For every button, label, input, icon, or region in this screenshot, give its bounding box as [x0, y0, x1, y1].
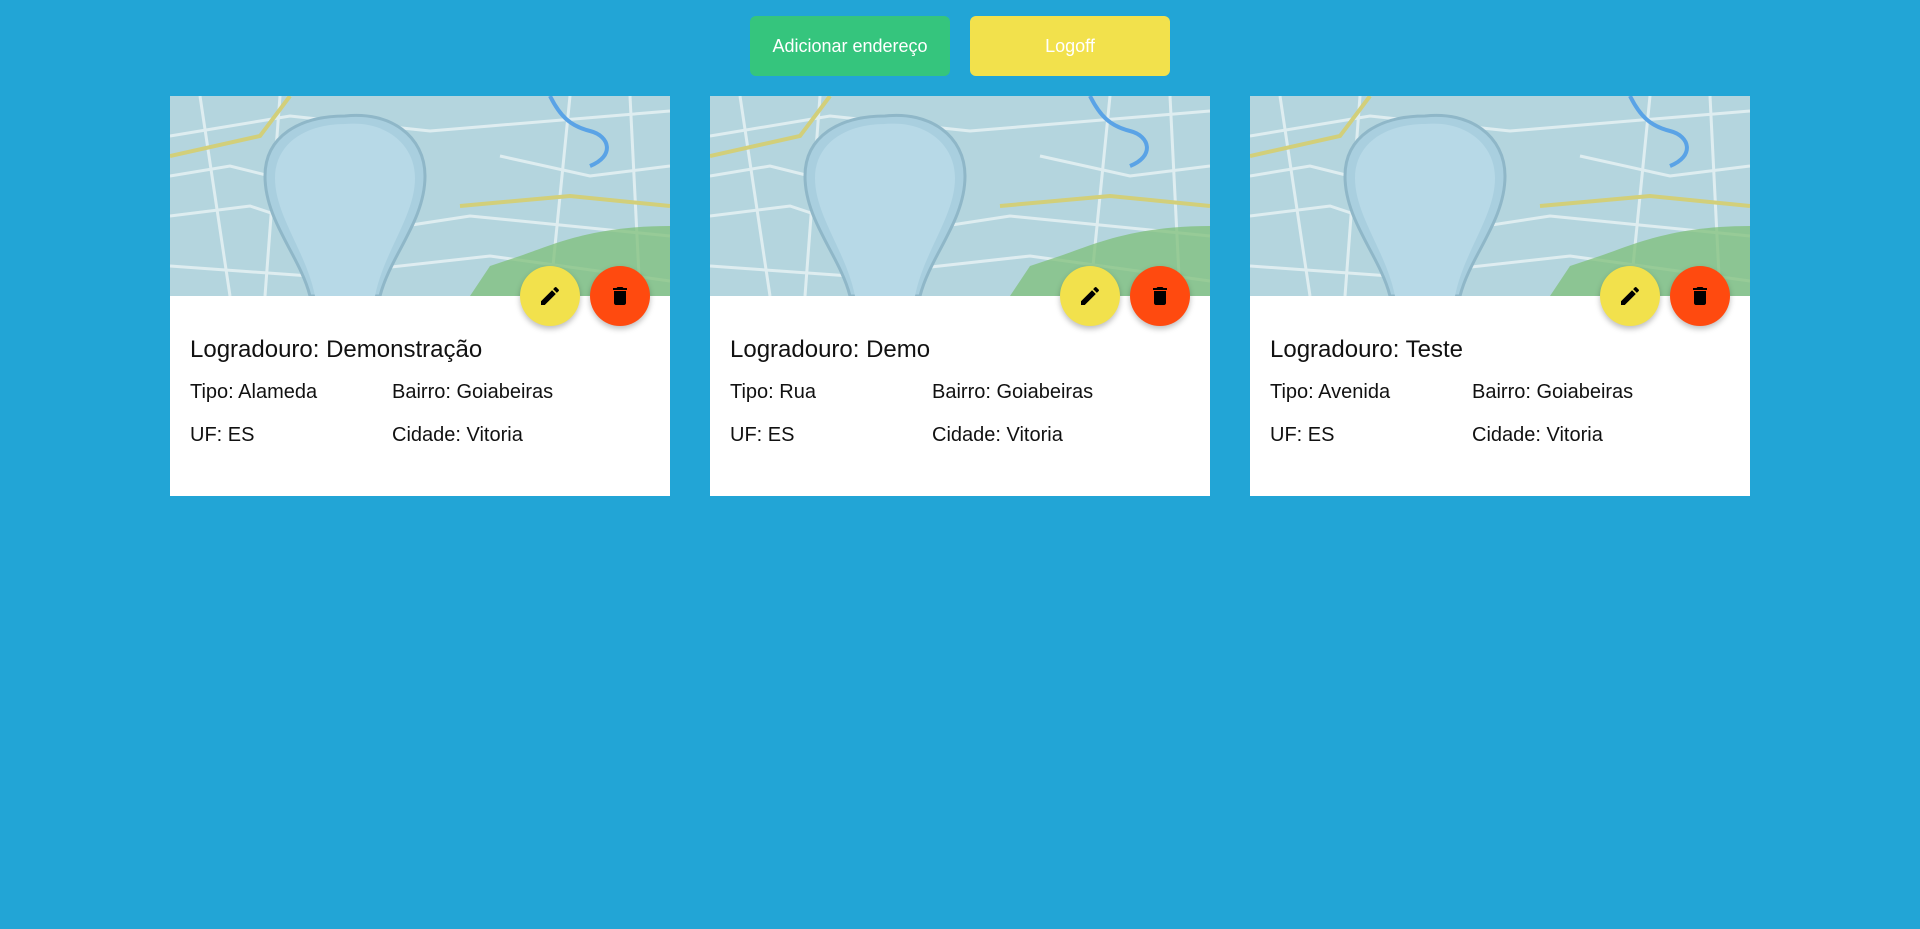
map-pin-illustration — [710, 96, 1210, 296]
address-details: Tipo: Avenida Bairro: Goiabeiras UF: ES … — [1270, 382, 1730, 446]
toolbar: Adicionar endereço Logoff — [0, 16, 1920, 76]
tipo-field: Tipo: Rua — [730, 381, 816, 403]
edit-button[interactable] — [1060, 266, 1120, 326]
pencil-icon — [541, 286, 560, 305]
address-card: Logradouro: Demo Tipo: Rua Bairro: Goiab… — [710, 96, 1210, 496]
address-card-list: Logradouro: Demonstração Tipo: Alameda B… — [170, 96, 1750, 496]
tipo-field: Tipo: Avenida — [1270, 381, 1391, 403]
cidade-field: Cidade: Vitoria — [392, 424, 523, 446]
uf-field: UF: ES — [730, 424, 795, 446]
bairro-field: Bairro: Goiabeiras — [392, 381, 554, 403]
trash-icon — [613, 287, 627, 305]
edit-button[interactable] — [1600, 266, 1660, 326]
logradouro-title: Logradouro: Demo — [730, 336, 931, 363]
logoff-button[interactable]: Logoff — [970, 16, 1170, 76]
logradouro-title: Logradouro: Teste — [1270, 336, 1464, 363]
uf-field: UF: ES — [190, 424, 255, 446]
card-content: Logradouro: Demonstração Tipo: Alameda B… — [170, 296, 670, 446]
bairro-field: Bairro: Goiabeiras — [1472, 381, 1634, 403]
card-content: Logradouro: Teste Tipo: Avenida Bairro: … — [1250, 296, 1750, 446]
delete-button[interactable] — [1130, 266, 1190, 326]
trash-icon — [1153, 287, 1167, 305]
card-content: Logradouro: Demo Tipo: Rua Bairro: Goiab… — [710, 296, 1210, 446]
cidade-field: Cidade: Vitoria — [932, 424, 1063, 446]
pencil-icon — [1621, 286, 1640, 305]
address-details: Tipo: Rua Bairro: Goiabeiras UF: ES Cida… — [730, 382, 1190, 446]
address-details: Tipo: Alameda Bairro: Goiabeiras UF: ES … — [190, 382, 650, 446]
uf-field: UF: ES — [1270, 424, 1335, 446]
pencil-icon — [1081, 286, 1100, 305]
logradouro-title: Logradouro: Demonstração — [190, 336, 483, 363]
delete-button[interactable] — [590, 266, 650, 326]
edit-button[interactable] — [520, 266, 580, 326]
address-card: Logradouro: Demonstração Tipo: Alameda B… — [170, 96, 670, 496]
delete-button[interactable] — [1670, 266, 1730, 326]
map-pin-illustration — [170, 96, 670, 296]
cidade-field: Cidade: Vitoria — [1472, 424, 1603, 446]
map-pin-illustration — [1250, 96, 1750, 296]
add-address-button[interactable]: Adicionar endereço — [750, 16, 950, 76]
tipo-field: Tipo: Alameda — [190, 381, 318, 403]
trash-icon — [1693, 287, 1707, 305]
bairro-field: Bairro: Goiabeiras — [932, 381, 1094, 403]
address-card: Logradouro: Teste Tipo: Avenida Bairro: … — [1250, 96, 1750, 496]
